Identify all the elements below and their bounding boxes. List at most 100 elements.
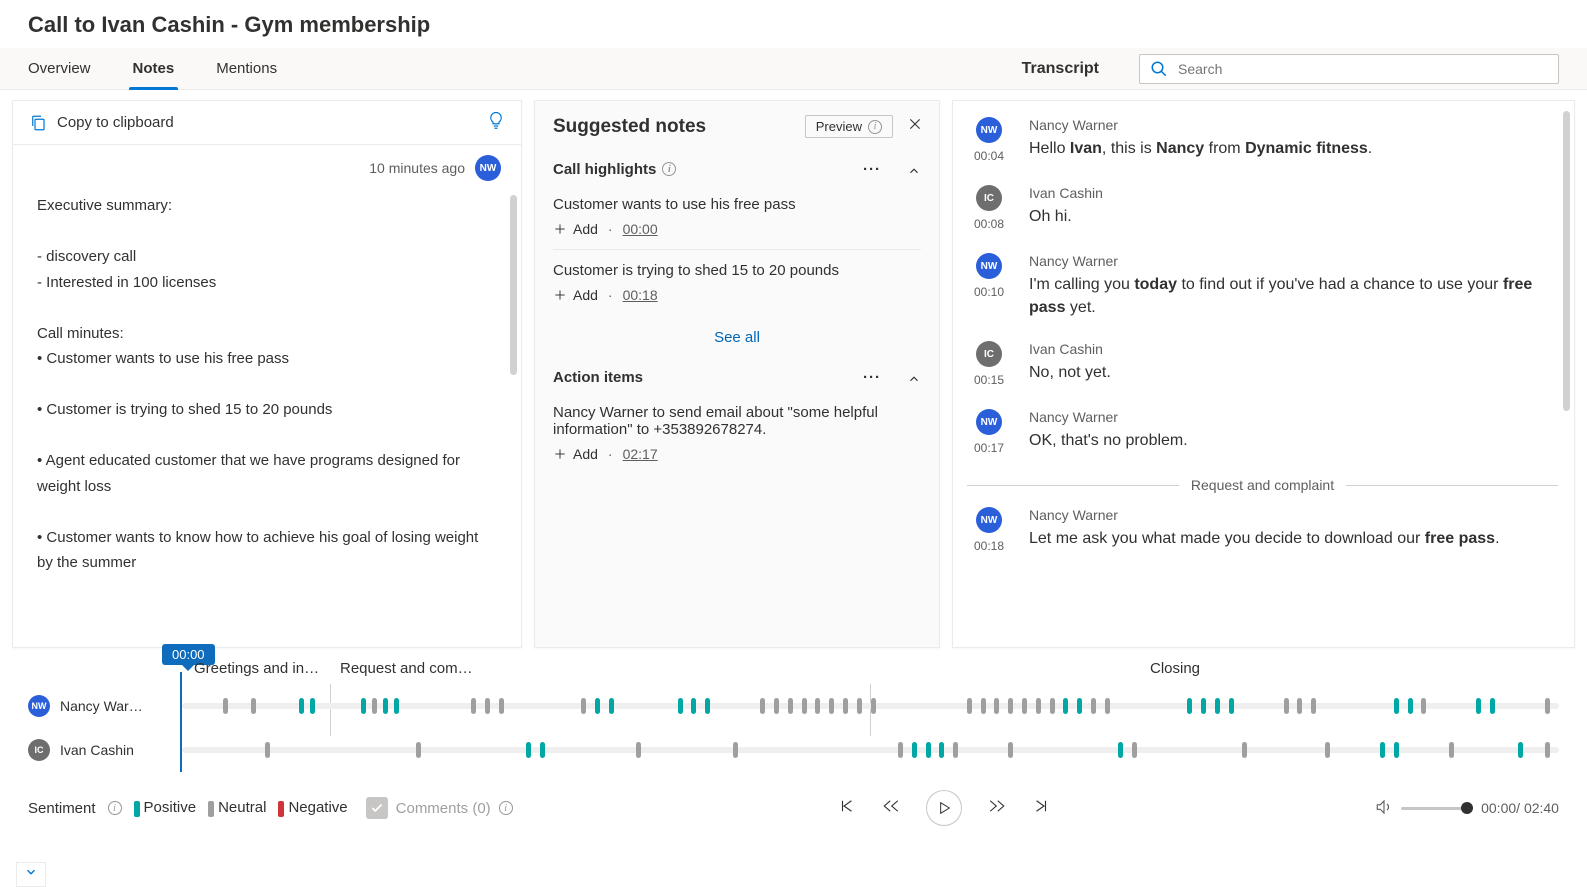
sentiment-tick[interactable] [1008,698,1013,714]
sentiment-tick[interactable] [1380,742,1385,758]
sentiment-tick[interactable] [981,698,986,714]
sentiment-tick[interactable] [871,698,876,714]
transcript-scrollbar[interactable] [1563,111,1570,411]
sentiment-tick[interactable] [829,698,834,714]
sentiment-tick[interactable] [1242,742,1247,758]
play-button[interactable] [926,790,962,826]
sentiment-tick[interactable] [540,742,545,758]
sentiment-tick[interactable] [1545,698,1550,714]
sentiment-tick[interactable] [372,698,377,714]
sentiment-tick[interactable] [678,698,683,714]
sentiment-tick[interactable] [953,742,958,758]
tab-mentions[interactable]: Mentions [216,48,277,89]
collapse-highlights-button[interactable] [907,160,921,178]
sentiment-tick[interactable] [691,698,696,714]
sentiment-tick[interactable] [310,698,315,714]
tab-overview[interactable]: Overview [28,48,91,89]
notes-scrollbar[interactable] [510,195,517,375]
expand-notes-button[interactable] [16,862,46,887]
sentiment-tick[interactable] [1421,698,1426,714]
see-all-highlights-link[interactable]: See all [553,315,921,350]
sentiment-tick[interactable] [1311,698,1316,714]
transcript-message[interactable]: IC 00:08 Ivan Cashin Oh hi. [967,177,1558,245]
transcript-message[interactable]: NW 00:18 Nancy Warner Let me ask you wha… [967,499,1558,567]
info-icon[interactable]: i [662,162,676,176]
fast-forward-button[interactable] [988,797,1006,820]
sentiment-tick[interactable] [1297,698,1302,714]
sentiment-tick[interactable] [774,698,779,714]
close-suggested-button[interactable] [907,116,923,137]
sentiment-tick[interactable] [760,698,765,714]
sentiment-tick[interactable] [1077,698,1082,714]
rewind-button[interactable] [882,797,900,820]
actions-more-button[interactable] [863,369,881,386]
sentiment-tick[interactable] [1063,698,1068,714]
sentiment-tick[interactable] [595,698,600,714]
sentiment-tick[interactable] [1408,698,1413,714]
playhead-line[interactable] [180,672,182,772]
skip-start-button[interactable] [838,797,856,820]
preview-badge[interactable]: Preview i [805,115,893,138]
sentiment-tick[interactable] [1490,698,1495,714]
copy-to-clipboard-button[interactable]: Copy to clipboard [29,114,174,132]
sentiment-tick[interactable] [967,698,972,714]
sentiment-tick[interactable] [1050,698,1055,714]
add-action-button[interactable]: Add [553,446,598,462]
sentiment-tick[interactable] [394,698,399,714]
sentiment-tick[interactable] [857,698,862,714]
sentiment-tick[interactable] [1284,698,1289,714]
sentiment-tick[interactable] [1118,742,1123,758]
search-box[interactable] [1139,54,1559,84]
sentiment-tick[interactable] [1325,742,1330,758]
speaker-track[interactable]: IC Ivan Cashin [28,728,1559,772]
sentiment-tick[interactable] [1476,698,1481,714]
tab-notes[interactable]: Notes [133,48,175,89]
search-input[interactable] [1168,61,1548,77]
sentiment-tick[interactable] [636,742,641,758]
sentiment-tick[interactable] [581,698,586,714]
sentiment-tick[interactable] [788,698,793,714]
sentiment-tick[interactable] [1091,698,1096,714]
sentiment-tick[interactable] [1449,742,1454,758]
sentiment-tick[interactable] [939,742,944,758]
sentiment-tick[interactable] [1036,698,1041,714]
action-timestamp-link[interactable]: 02:17 [623,446,658,462]
sentiment-tick[interactable] [994,698,999,714]
sentiment-tick[interactable] [898,742,903,758]
transcript-message[interactable]: NW 00:10 Nancy Warner I'm calling you to… [967,245,1558,333]
sentiment-tick[interactable] [705,698,710,714]
sentiment-tick[interactable] [299,698,304,714]
sentiment-tick[interactable] [383,698,388,714]
add-highlight-button[interactable]: Add [553,221,598,237]
sentiment-tick[interactable] [526,742,531,758]
sentiment-tick[interactable] [1187,698,1192,714]
sentiment-tick[interactable] [926,742,931,758]
sentiment-tick[interactable] [843,698,848,714]
sentiment-tick[interactable] [802,698,807,714]
sentiment-tick[interactable] [251,698,256,714]
speaker-track[interactable]: NW Nancy War… [28,684,1559,728]
sentiment-tick[interactable] [485,698,490,714]
collapse-actions-button[interactable] [907,368,921,386]
sentiment-tick[interactable] [1215,698,1220,714]
transcript-message[interactable]: NW 00:04 Nancy Warner Hello Ivan, this i… [967,109,1558,177]
sentiment-tick[interactable] [499,698,504,714]
sentiment-tick[interactable] [265,742,270,758]
highlight-timestamp-link[interactable]: 00:18 [623,287,658,303]
transcript-message[interactable]: IC 00:15 Ivan Cashin No, not yet. [967,333,1558,401]
sentiment-tick[interactable] [912,742,917,758]
sentiment-tick[interactable] [1105,698,1110,714]
transcript-message[interactable]: NW 00:17 Nancy Warner OK, that's no prob… [967,401,1558,469]
sentiment-tick[interactable] [1201,698,1206,714]
sentiment-tick[interactable] [1394,742,1399,758]
sentiment-tick[interactable] [1394,698,1399,714]
highlights-more-button[interactable] [863,161,881,178]
suggestions-bulb-icon[interactable] [487,111,505,134]
sentiment-tick[interactable] [361,698,366,714]
highlight-timestamp-link[interactable]: 00:00 [623,221,658,237]
skip-end-button[interactable] [1032,797,1050,820]
sentiment-tick[interactable] [1229,698,1234,714]
sentiment-tick[interactable] [1008,742,1013,758]
sentiment-tick[interactable] [1545,742,1550,758]
add-highlight-button[interactable]: Add [553,287,598,303]
